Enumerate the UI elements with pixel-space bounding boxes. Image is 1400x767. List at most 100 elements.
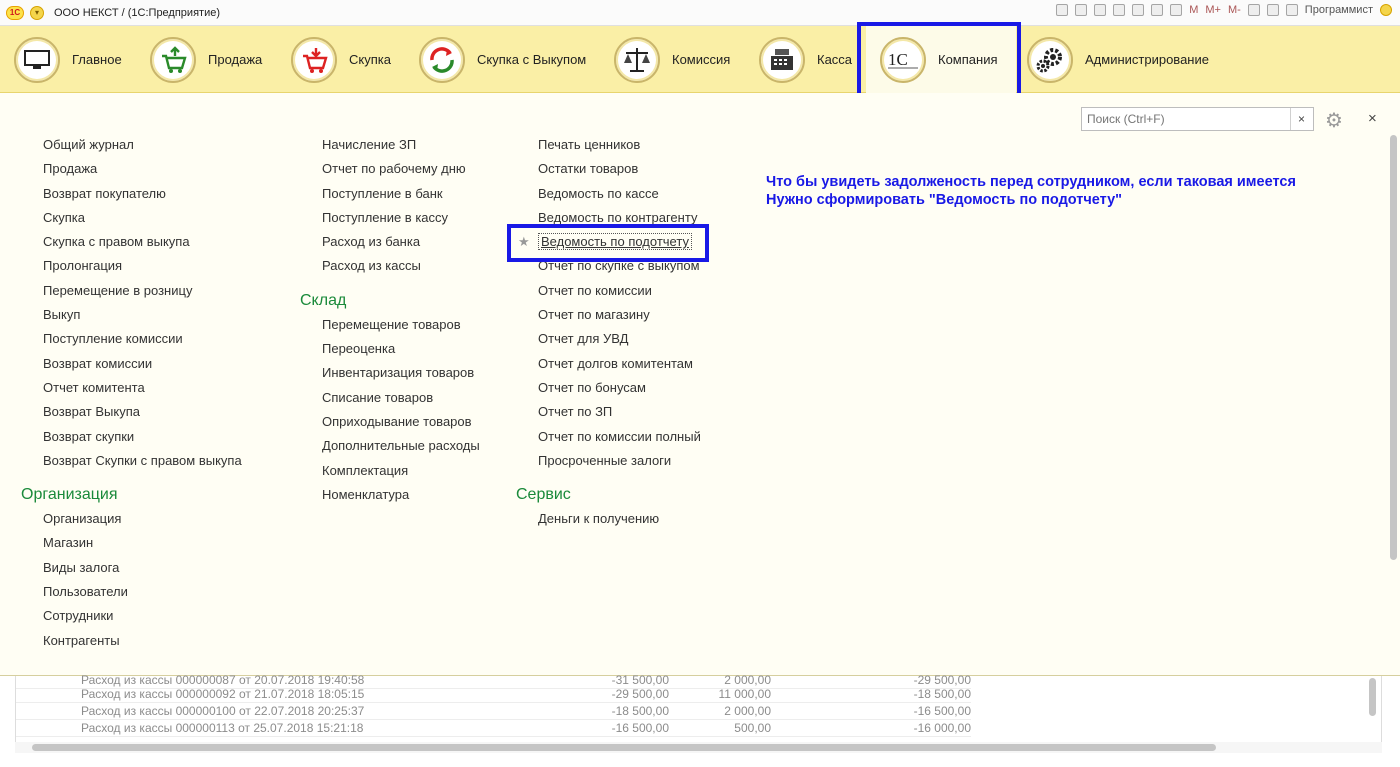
section-commission[interactable]: Комиссия xyxy=(614,26,730,93)
menu-item[interactable]: Скупка с правом выкупа xyxy=(43,233,242,257)
menu-item[interactable]: Отчет по бонусам xyxy=(538,379,701,403)
print-icon[interactable] xyxy=(1075,4,1088,16)
horizontal-scrollbar[interactable] xyxy=(32,744,1216,751)
menu-item[interactable]: Печать ценников xyxy=(538,136,701,160)
history-icon[interactable] xyxy=(1132,4,1145,16)
sections-panel: Главное Продажа Скупка Скупка с Выкупом … xyxy=(0,26,1400,93)
menu-item[interactable]: Поступление в банк xyxy=(322,185,480,209)
section-purchase-redemption[interactable]: Скупка с Выкупом xyxy=(419,26,586,93)
menu-item[interactable]: Пользователи xyxy=(43,583,242,607)
menu-item[interactable]: Деньги к получению xyxy=(538,510,701,534)
group-title-warehouse: Склад xyxy=(300,291,347,309)
section-administration[interactable]: Администрирование xyxy=(1027,26,1209,93)
column-reports: Печать ценников Остатки товаров Ведомост… xyxy=(516,136,701,534)
menu-item[interactable]: Оприходывание товаров xyxy=(322,413,480,437)
menu-item[interactable]: Списание товаров xyxy=(322,389,480,413)
menu-item[interactable]: Начисление ЗП xyxy=(322,136,480,160)
menu-item[interactable]: Перемещение в розницу xyxy=(43,282,242,306)
section-cashbox[interactable]: Касса xyxy=(759,26,852,93)
menu-item[interactable]: Отчет для УВД xyxy=(538,330,701,354)
section-main[interactable]: Главное xyxy=(14,26,122,93)
menu-item[interactable]: Комплектация xyxy=(322,462,480,486)
search-input[interactable] xyxy=(1082,109,1290,129)
window-split-icon[interactable] xyxy=(1266,4,1279,16)
menu-item[interactable]: Инвентаризация товаров xyxy=(322,364,480,388)
memory-plus-button[interactable]: M+ xyxy=(1205,4,1221,16)
background-report-table: Расход из кассы 000000087 от 20.07.2018 … xyxy=(15,673,1382,742)
menu-item[interactable]: Отчет по комиссии полный xyxy=(538,428,701,452)
section-sales[interactable]: Продажа xyxy=(150,26,262,93)
scales-icon xyxy=(614,36,660,83)
spreadsheet-icon[interactable] xyxy=(1151,4,1164,16)
menu-item[interactable]: Организация xyxy=(43,510,242,534)
menu-item[interactable]: Отчет по ЗП xyxy=(538,403,701,427)
menu-item[interactable]: Контрагенты xyxy=(43,632,242,656)
clear-search-button[interactable]: × xyxy=(1290,108,1312,130)
menu-item[interactable]: Отчет по рабочему дню xyxy=(322,160,480,184)
close-panel-button[interactable]: × xyxy=(1368,110,1377,127)
table-row: Расход из кассы 000000100 от 22.07.2018 … xyxy=(16,703,971,720)
current-user[interactable]: Программист xyxy=(1305,4,1373,16)
mail-icon[interactable] xyxy=(1113,4,1126,16)
menu-item[interactable]: Продажа xyxy=(43,160,242,184)
menu-item[interactable]: Возврат Выкупа xyxy=(43,403,242,427)
group-title-organization: Организация xyxy=(21,486,118,504)
menu-item[interactable]: Выкуп xyxy=(43,306,242,330)
search-box: × xyxy=(1081,107,1314,131)
menu-item[interactable]: Расход из кассы xyxy=(322,257,480,281)
memory-minus-button[interactable]: M- xyxy=(1228,4,1241,16)
calendar-icon[interactable] xyxy=(1170,4,1183,16)
table-row: Расход из кассы 000000092 от 21.07.2018 … xyxy=(16,686,971,703)
computer-icon xyxy=(14,36,60,83)
titlebar-tools: M M+ M- Программист xyxy=(1056,4,1392,16)
menu-item[interactable]: Сотрудники xyxy=(43,607,242,631)
column-documents: Общий журнал Продажа Возврат покупателю … xyxy=(21,136,242,656)
menu-item[interactable]: Пролонгация xyxy=(43,257,242,281)
cart-up-icon xyxy=(150,36,196,83)
settings-gear-icon[interactable]: ⚙ xyxy=(1325,108,1343,133)
menu-item[interactable]: Отчет по комиссии xyxy=(538,282,701,306)
menu-item[interactable]: Отчет комитента xyxy=(43,379,242,403)
annotation-highlight-accountable-statement xyxy=(507,224,709,262)
section-purchase[interactable]: Скупка xyxy=(291,26,391,93)
table-row: Расход из кассы 000000113 от 25.07.2018 … xyxy=(16,720,971,737)
menu-item[interactable]: Возврат скупки xyxy=(43,428,242,452)
annotation-note-line-1: Что бы увидеть задолженость перед сотруд… xyxy=(766,174,1296,190)
menu-item[interactable]: Отчет по магазину xyxy=(538,306,701,330)
save-icon[interactable] xyxy=(1056,4,1069,16)
main-menu-button[interactable]: ▾ xyxy=(30,5,44,20)
menu-item[interactable]: Отчет долгов комитентам xyxy=(538,355,701,379)
menu-item[interactable]: Номенклатура xyxy=(322,486,480,510)
info-icon[interactable] xyxy=(1380,4,1392,16)
menu-item[interactable]: Перемещение товаров xyxy=(322,316,480,340)
menu-item[interactable]: Поступление в кассу xyxy=(322,209,480,233)
upload-icon[interactable] xyxy=(1094,4,1107,16)
gears-icon xyxy=(1027,36,1073,83)
menu-item[interactable]: Возврат комиссии xyxy=(43,355,242,379)
menu-item[interactable]: Общий журнал xyxy=(43,136,242,160)
menu-item[interactable]: Расход из банка xyxy=(322,233,480,257)
menu-item[interactable]: Просроченные залоги xyxy=(538,452,701,476)
annotation-note-line-2: Нужно сформировать "Ведомость по подотче… xyxy=(766,192,1123,208)
window-title: ООО НЕКСТ / (1С:Предприятие) xyxy=(54,6,220,19)
cart-down-icon xyxy=(291,36,337,83)
menu-item[interactable]: Дополнительные расходы xyxy=(322,437,480,461)
notifications-icon[interactable] xyxy=(1285,4,1298,16)
menu-item[interactable]: Остатки товаров xyxy=(538,160,701,184)
column-finance: Начисление ЗП Отчет по рабочему дню Пост… xyxy=(300,136,480,510)
panel-vertical-scrollbar[interactable] xyxy=(1390,135,1397,560)
menu-item[interactable]: Поступление комиссии xyxy=(43,330,242,354)
cash-register-icon xyxy=(759,36,805,83)
cycle-arrows-icon xyxy=(419,36,465,83)
menu-item[interactable]: Переоценка xyxy=(322,340,480,364)
menu-item[interactable]: Магазин xyxy=(43,534,242,558)
zoom-icon[interactable] xyxy=(1247,4,1260,16)
app-logo-icon[interactable]: 1С xyxy=(6,5,24,20)
menu-item[interactable]: Скупка xyxy=(43,209,242,233)
table-vertical-scrollbar[interactable] xyxy=(1369,678,1376,716)
menu-item[interactable]: Возврат Скупки с правом выкупа xyxy=(43,452,242,476)
menu-item[interactable]: Виды залога xyxy=(43,559,242,583)
menu-item[interactable]: Возврат покупателю xyxy=(43,185,242,209)
menu-item[interactable]: Ведомость по кассе xyxy=(538,185,701,209)
memory-button[interactable]: M xyxy=(1189,4,1198,16)
